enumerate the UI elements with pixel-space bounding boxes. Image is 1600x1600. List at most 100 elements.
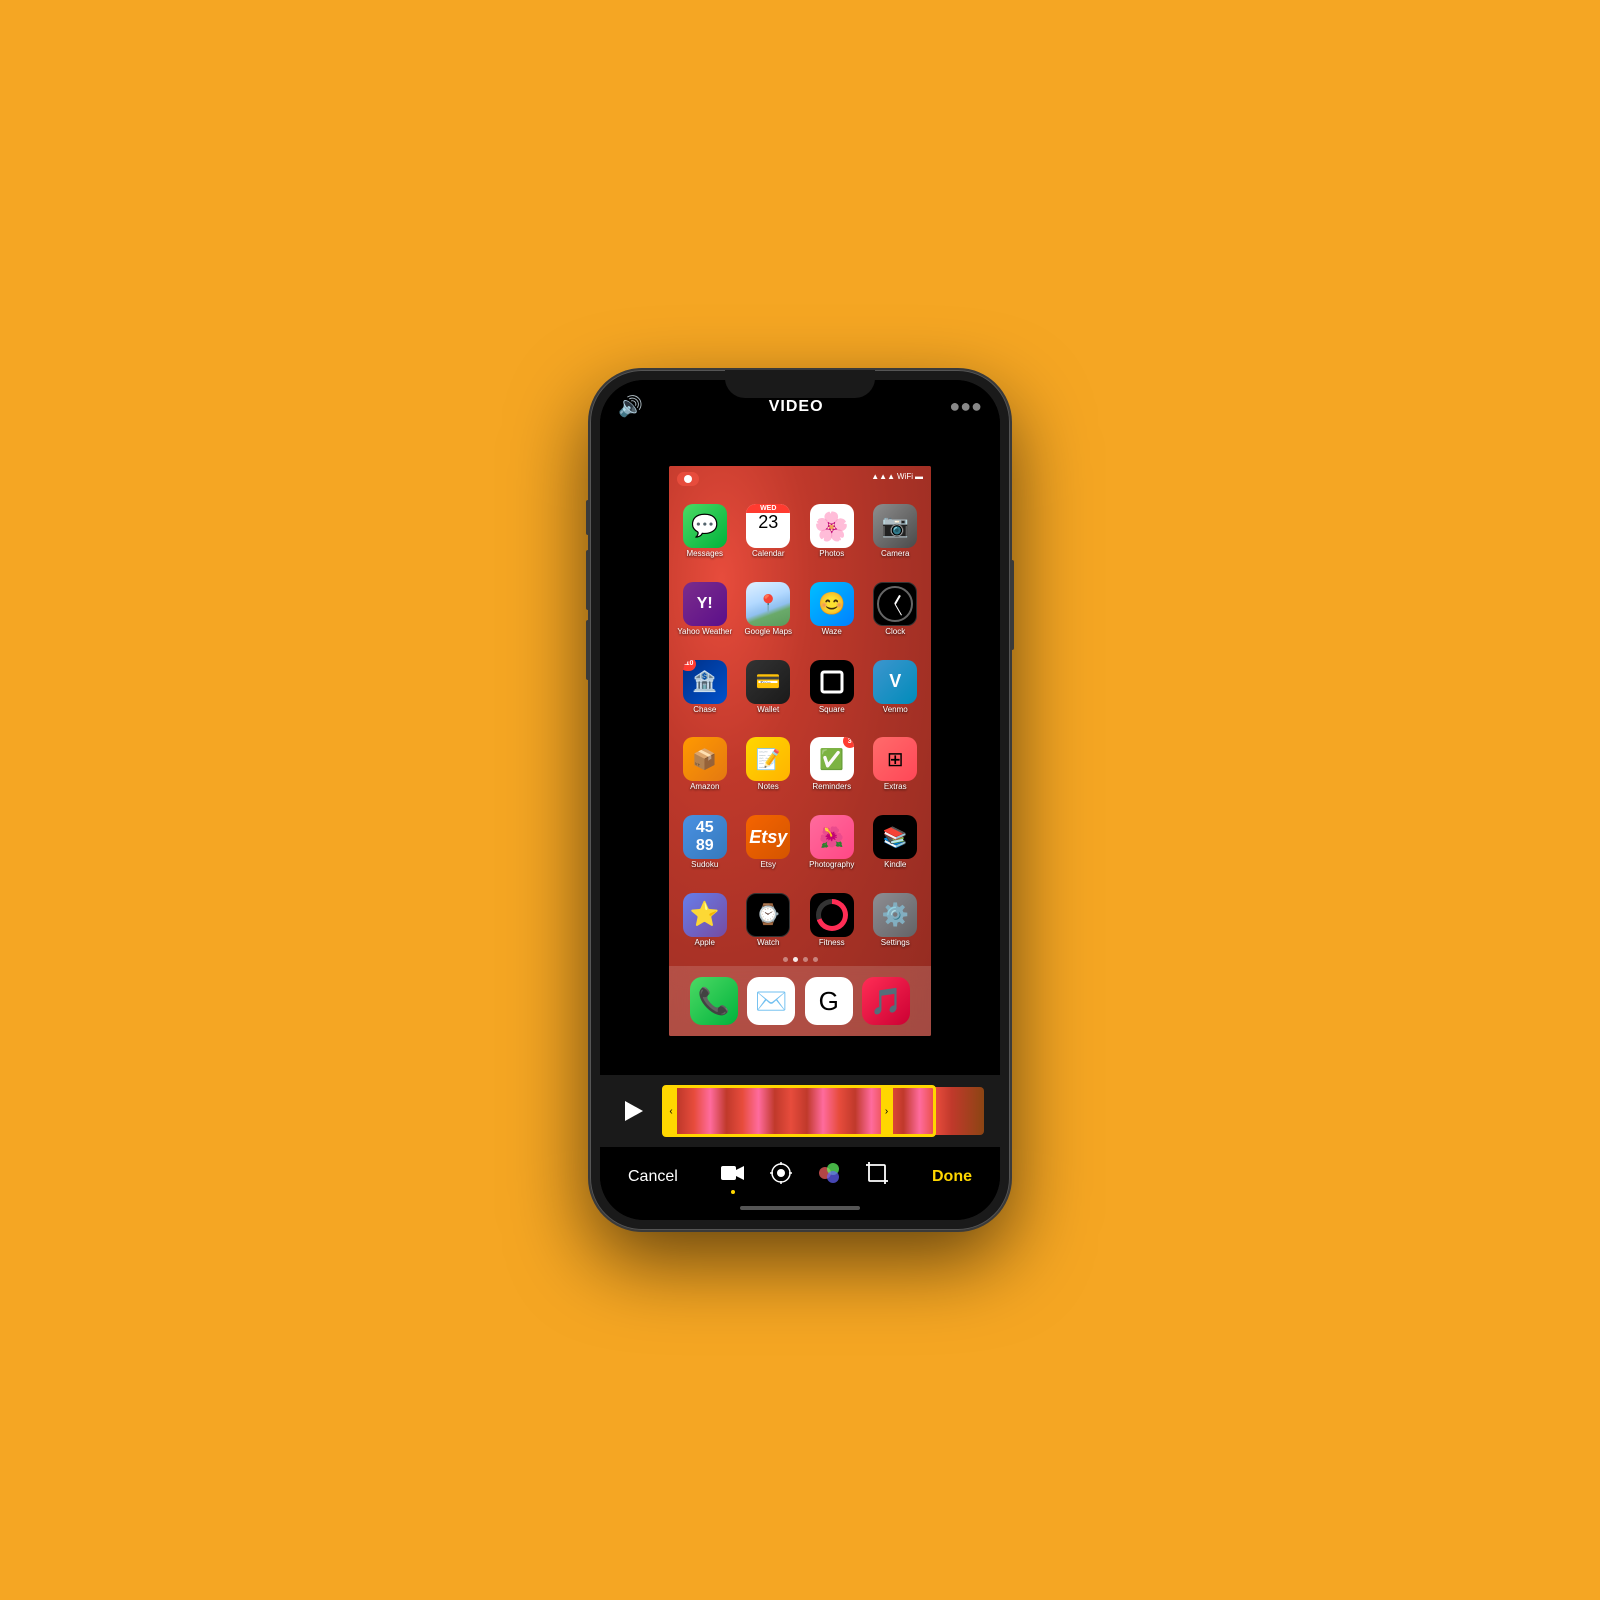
bottom-toolbar: Cancel [600, 1147, 1000, 1202]
wallet-icon: 💳 [746, 660, 790, 704]
app-photos[interactable]: 🌸 Photos [804, 504, 860, 559]
extras-label: Extras [884, 783, 907, 792]
record-indicator [677, 472, 699, 486]
wallet-label: Wallet [757, 706, 779, 715]
app-sudoku[interactable]: 4589 Sudoku [677, 815, 733, 870]
apple-icon: ⭐ [683, 893, 727, 937]
app-square[interactable]: Square [804, 660, 860, 715]
calendar-icon: WED 23 [746, 504, 790, 548]
apple-label: Apple [695, 939, 715, 948]
filter-tool[interactable] [815, 1159, 843, 1187]
kindle-label: Kindle [884, 861, 906, 870]
camera-icon: 📷 [873, 504, 917, 548]
chase-label: Chase [693, 706, 716, 715]
app-messages[interactable]: 💬 Messages [677, 504, 733, 559]
photos-wheel-icon: 🌸 [814, 510, 849, 543]
fitness-icon [810, 893, 854, 937]
music-dock-icon[interactable]: 🎵 [862, 977, 910, 1025]
photos-icon: 🌸 [810, 504, 854, 548]
reminders-badge: 3 [843, 737, 854, 748]
clock-label: Clock [885, 628, 905, 637]
page-dot-1 [783, 957, 788, 962]
timeline-strip[interactable]: ‹ › [662, 1085, 984, 1137]
messages-label: Messages [687, 550, 723, 559]
page-dot-2 [793, 957, 798, 962]
app-amazon[interactable]: 📦 Amazon [677, 737, 733, 792]
yahoo-label: Yahoo Weather [677, 628, 732, 637]
app-row-2: Y! Yahoo Weather 📍 Google Maps [673, 572, 927, 648]
crop-tool[interactable] [863, 1159, 891, 1187]
clock-face [877, 586, 913, 622]
adjust-tool[interactable] [767, 1159, 795, 1187]
app-camera[interactable]: 📷 Camera [867, 504, 923, 559]
phone-dock-icon[interactable]: 📞 [690, 977, 738, 1025]
cancel-button[interactable]: Cancel [620, 1164, 686, 1190]
reminders-icon: ✅ 3 [810, 737, 854, 781]
app-etsy[interactable]: Etsy Etsy [740, 815, 796, 870]
app-extras[interactable]: ⊞ Extras [867, 737, 923, 792]
volume-up-button[interactable] [586, 550, 590, 610]
app-chase[interactable]: 🏦 110 Chase [677, 660, 733, 715]
app-yahoo[interactable]: Y! Yahoo Weather [677, 582, 733, 637]
video-tool[interactable] [719, 1159, 747, 1194]
clock-icon [873, 582, 917, 626]
app-maps[interactable]: 📍 Google Maps [740, 582, 796, 637]
app-fitness[interactable]: Fitness [804, 893, 860, 948]
gmail-dock-icon[interactable]: ✉️ [747, 977, 795, 1025]
venmo-label: Venmo [883, 706, 908, 715]
camera-label: Camera [881, 550, 909, 559]
filter-tool-icon [815, 1159, 843, 1187]
watch-icon: ⌚ [746, 893, 790, 937]
clock-minute-hand [895, 604, 902, 616]
inner-status-bar: ▲▲▲ WiFi ▬ [669, 466, 931, 486]
app-row-4: 📦 Amazon 📝 Notes ✅ [673, 727, 927, 803]
app-apple[interactable]: ⭐ Apple [677, 893, 733, 948]
settings-icon: ⚙️ [873, 893, 917, 937]
mute-button[interactable] [586, 500, 590, 535]
video-preview[interactable]: ▲▲▲ WiFi ▬ 💬 Messages [600, 427, 1000, 1075]
play-button[interactable] [616, 1093, 652, 1129]
app-settings[interactable]: ⚙️ Settings [867, 893, 923, 948]
app-clock[interactable]: Clock [867, 582, 923, 637]
app-reminders[interactable]: ✅ 3 Reminders [804, 737, 860, 792]
reminders-label: Reminders [812, 783, 851, 792]
amazon-label: Amazon [690, 783, 719, 792]
sudoku-label: Sudoku [691, 861, 718, 870]
app-kindle[interactable]: 📚 Kindle [867, 815, 923, 870]
app-calendar[interactable]: WED 23 Calendar [740, 504, 796, 559]
fitness-ring [816, 899, 848, 931]
google-dock-icon[interactable]: G [805, 977, 853, 1025]
app-row-3: 🏦 110 Chase 💳 Wallet [673, 649, 927, 725]
etsy-icon: Etsy [746, 815, 790, 859]
square-label: Square [819, 706, 845, 715]
app-venmo[interactable]: V Venmo [867, 660, 923, 715]
calendar-date: 23 [758, 513, 778, 533]
waze-label: Waze [822, 628, 842, 637]
yahoo-icon: Y! [683, 582, 727, 626]
app-photography[interactable]: 🌺 Photography [804, 815, 860, 870]
done-button[interactable]: Done [924, 1164, 980, 1190]
venmo-icon: V [873, 660, 917, 704]
phone-screen: 🔊 VIDEO ●●● ▲▲▲ WiFi ▬ [600, 380, 1000, 1220]
maps-icon: 📍 [746, 582, 790, 626]
signal-icon: ▲▲▲ [871, 472, 895, 481]
app-waze[interactable]: 😊 Waze [804, 582, 860, 637]
square-icon [810, 660, 854, 704]
app-notes[interactable]: 📝 Notes [740, 737, 796, 792]
play-triangle-icon [625, 1101, 643, 1121]
sudoku-icon: 4589 [683, 815, 727, 859]
app-watch[interactable]: ⌚ Watch [740, 893, 796, 948]
video-title: VIDEO [769, 398, 824, 416]
battery-icon: ▬ [915, 472, 923, 481]
photography-icon: 🌺 [810, 815, 854, 859]
status-icons: ▲▲▲ WiFi ▬ [871, 472, 923, 481]
volume-icon[interactable]: 🔊 [618, 394, 643, 419]
volume-down-button[interactable] [586, 620, 590, 680]
power-button[interactable] [1010, 560, 1014, 650]
app-wallet[interactable]: 💳 Wallet [740, 660, 796, 715]
home-bar[interactable] [740, 1206, 860, 1210]
app-row-1: 💬 Messages WED 23 Calendar [673, 494, 927, 570]
more-options-icon[interactable]: ●●● [949, 396, 982, 417]
notes-label: Notes [758, 783, 779, 792]
kindle-icon: 📚 [873, 815, 917, 859]
